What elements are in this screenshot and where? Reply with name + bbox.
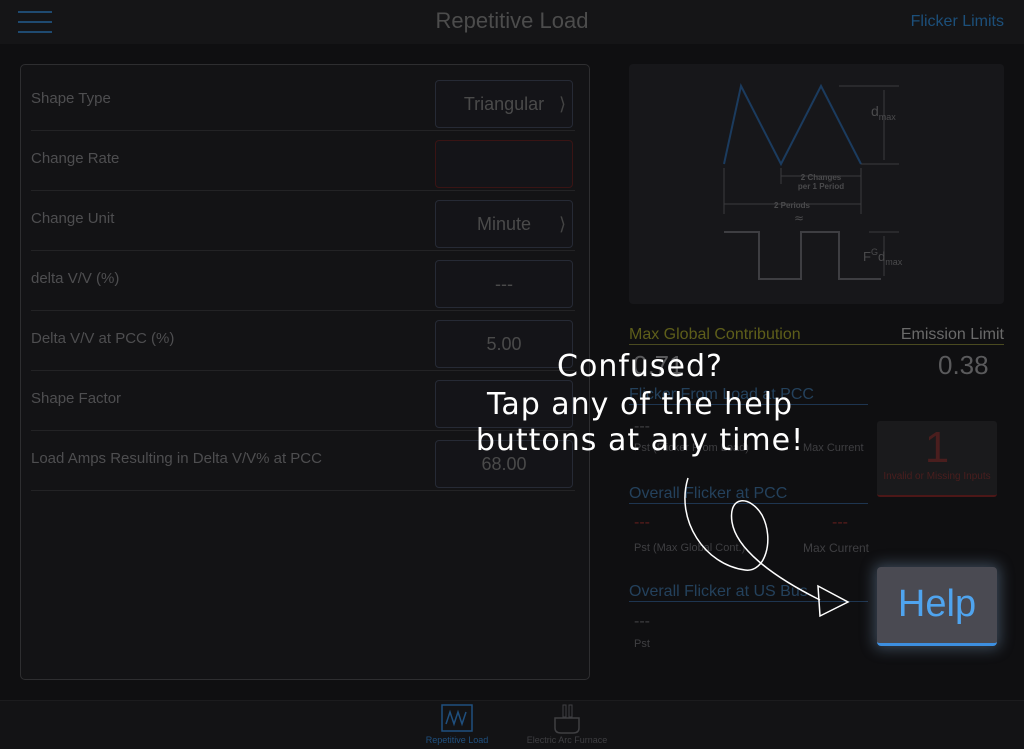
overlay-line-2: Tap any of the help xyxy=(486,387,794,422)
svg-text:FGdmax: FGdmax xyxy=(863,247,903,267)
tab-bar: Repetitive Load Electric Arc Furnace xyxy=(0,700,1024,749)
fg-sub: max xyxy=(885,257,903,267)
chevron-right-icon: ⟩ xyxy=(558,94,566,114)
navigation-bar: Repetitive Load Flicker Limits xyxy=(0,0,1024,44)
changes-label-1: 2 Changes xyxy=(801,173,842,182)
dmax-sub: max xyxy=(879,112,897,122)
help-button[interactable]: Help xyxy=(877,567,997,646)
input-form-panel: Shape Type Triangular ⟩ Change Rate Chan… xyxy=(20,64,590,680)
shape-type-selector[interactable]: Triangular ⟩ xyxy=(435,80,573,128)
periods-label: 2 Periods xyxy=(774,201,811,210)
fg-label: F xyxy=(863,249,871,264)
emission-limit-label: Emission Limit xyxy=(900,326,1004,343)
emission-limit-value: 0.38 xyxy=(938,350,989,380)
change-rate-label: Change Rate xyxy=(31,150,120,167)
fg-d: d xyxy=(878,249,885,264)
max-global-header: Max Global Contribution Emission Limit xyxy=(629,326,1004,345)
triangular-waveform xyxy=(723,83,862,167)
change-rate-input[interactable] xyxy=(435,140,573,188)
furnace-icon xyxy=(554,704,580,734)
tab-electric-arc-furnace-label: Electric Arc Furnace xyxy=(526,735,608,745)
overlay-line-1: Confused? xyxy=(557,349,723,384)
dmax-label: d xyxy=(871,103,879,119)
shape-factor-label: Shape Factor xyxy=(31,390,122,407)
pst-max-global-value: --- xyxy=(634,514,650,531)
change-unit-row[interactable]: Change Unit Minute ⟩ xyxy=(31,190,575,251)
tab-repetitive-load-label: Repetitive Load xyxy=(425,735,489,745)
page-title: Repetitive Load xyxy=(435,8,589,33)
delta-vv-field[interactable]: --- xyxy=(435,260,573,308)
pst-us-bus-label: Pst xyxy=(634,638,650,650)
chevron-right-icon: ⟩ xyxy=(558,214,566,234)
change-unit-value: Minute xyxy=(476,214,532,234)
delta-vv-pcc-row: Delta V/V at PCC (%) 5.00 xyxy=(31,310,575,371)
invalid-inputs-indicator[interactable]: 1 Invalid or Missing Inputs xyxy=(877,421,997,497)
error-count: 1 xyxy=(924,423,950,472)
approx-symbol: ≈ xyxy=(794,211,804,225)
error-text: Invalid or Missing Inputs xyxy=(883,471,991,482)
overlay-line-3: buttons at any time! xyxy=(475,423,805,458)
shape-type-row[interactable]: Shape Type Triangular ⟩ xyxy=(31,70,575,131)
pst-us-bus-value: --- xyxy=(634,613,650,630)
delta-vv-label: delta V/V (%) xyxy=(31,270,120,287)
square-waveform xyxy=(724,231,881,280)
shape-type-value: Triangular xyxy=(463,94,545,114)
change-rate-row: Change Rate xyxy=(31,130,575,191)
waveform-diagram: dmax 2 Changes per 1 Period 2 Periods ≈ … xyxy=(629,64,1004,304)
repetitive-load-icon xyxy=(441,704,473,732)
hand-drawn-arrow-icon xyxy=(684,477,850,618)
fg-sup: G xyxy=(871,247,878,257)
flicker-limits-link[interactable]: Flicker Limits xyxy=(911,13,1004,31)
change-unit-label: Change Unit xyxy=(31,210,115,227)
changes-label-2: per 1 Period xyxy=(798,182,844,191)
change-unit-selector[interactable]: Minute ⟩ xyxy=(435,200,573,248)
tab-electric-arc-furnace[interactable]: Electric Arc Furnace xyxy=(512,701,622,749)
max-global-label: Max Global Contribution xyxy=(629,326,801,343)
load-amps-label: Load Amps Resulting in Delta V/V% at PCC xyxy=(31,450,322,467)
tab-repetitive-load[interactable]: Repetitive Load xyxy=(402,701,512,749)
shape-type-label: Shape Type xyxy=(31,90,111,107)
delta-vv-row: delta V/V (%) --- xyxy=(31,250,575,311)
delta-vv-pcc-label: Delta V/V at PCC (%) xyxy=(31,330,175,347)
